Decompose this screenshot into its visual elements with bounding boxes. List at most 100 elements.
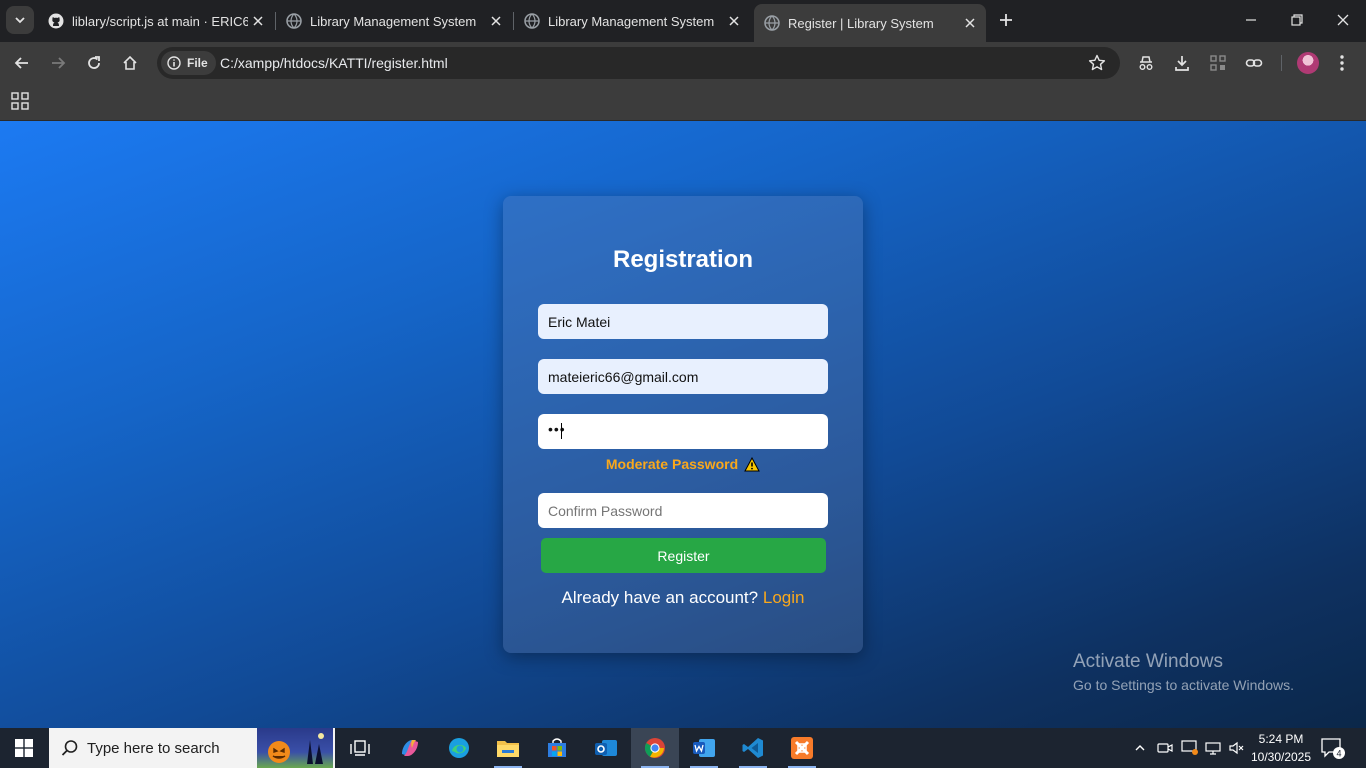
reload-button[interactable] bbox=[80, 49, 108, 77]
update-tray[interactable] bbox=[1180, 728, 1200, 768]
plus-icon bbox=[1000, 14, 1012, 26]
site-info-label: File bbox=[187, 56, 208, 70]
restore-icon bbox=[1291, 14, 1303, 26]
login-prompt: Already have an account? Login bbox=[503, 588, 863, 608]
arrow-left-icon bbox=[14, 57, 28, 69]
edge-app[interactable] bbox=[435, 728, 483, 768]
chrome-icon bbox=[644, 738, 665, 758]
minimize-icon bbox=[1246, 19, 1256, 21]
show-hidden-icons-button[interactable] bbox=[1130, 728, 1150, 768]
password-strength-text: Moderate Password bbox=[605, 456, 739, 472]
task-view-button[interactable] bbox=[336, 728, 384, 768]
tab-title: liblary/script.js at main · ERIC66 bbox=[72, 13, 248, 29]
bookmark-star-icon[interactable] bbox=[1088, 54, 1106, 72]
home-icon bbox=[123, 55, 137, 70]
profile-avatar[interactable] bbox=[1297, 52, 1319, 74]
text-caret bbox=[561, 423, 562, 439]
chevron-down-icon bbox=[15, 17, 25, 24]
tab-title: Library Management System bbox=[310, 13, 477, 29]
folder-icon bbox=[497, 741, 519, 757]
search-icon bbox=[61, 740, 78, 756]
close-window-button[interactable] bbox=[1320, 0, 1366, 40]
chevron-up-icon bbox=[1135, 745, 1145, 751]
reload-icon bbox=[88, 56, 100, 69]
system-clock[interactable]: 5:24 PM 10/30/2025 bbox=[1248, 730, 1314, 766]
url-text[interactable]: C:/xampp/htdocs/KATTI/register.html bbox=[220, 55, 448, 71]
apps-grid-icon[interactable] bbox=[11, 92, 29, 110]
microsoft-store-app[interactable] bbox=[533, 728, 581, 768]
network-icon bbox=[1205, 742, 1221, 755]
store-icon bbox=[548, 738, 566, 757]
site-info-chip[interactable]: File bbox=[161, 51, 216, 75]
link-icon[interactable] bbox=[1244, 53, 1264, 73]
browser-toolbar: File C:/xampp/htdocs/KATTI/register.html bbox=[0, 42, 1366, 84]
info-icon bbox=[167, 56, 181, 70]
email-field[interactable] bbox=[538, 359, 828, 394]
tab-strip: liblary/script.js at main · ERIC66 Libra… bbox=[0, 0, 1366, 42]
bookmarks-bar bbox=[0, 84, 1366, 121]
register-button[interactable]: Register bbox=[541, 538, 826, 573]
outlook-app[interactable] bbox=[582, 728, 630, 768]
close-icon[interactable] bbox=[960, 13, 980, 33]
warning-icon bbox=[744, 456, 760, 471]
camera-icon bbox=[1157, 743, 1173, 753]
start-button[interactable] bbox=[0, 728, 48, 768]
taskbar-search-box[interactable]: Type here to search bbox=[49, 728, 335, 768]
login-link[interactable]: Login bbox=[763, 588, 805, 607]
password-value: ••• bbox=[548, 421, 566, 437]
close-icon[interactable] bbox=[724, 11, 744, 31]
watermark-title: Activate Windows bbox=[1073, 651, 1223, 672]
volume-tray[interactable] bbox=[1228, 728, 1246, 768]
copilot-icon bbox=[402, 740, 418, 756]
vscode-icon bbox=[742, 738, 763, 758]
github-icon bbox=[48, 13, 64, 29]
copilot-app[interactable] bbox=[386, 728, 434, 768]
restore-button[interactable] bbox=[1274, 0, 1320, 40]
file-explorer-app[interactable] bbox=[484, 728, 532, 768]
page-title: Registration bbox=[612, 246, 753, 273]
incognito-icon[interactable] bbox=[1136, 53, 1156, 73]
tab-title: Register | Library System bbox=[788, 15, 934, 31]
word-icon bbox=[693, 739, 715, 757]
outlook-icon bbox=[595, 740, 617, 756]
minimize-button[interactable] bbox=[1228, 0, 1274, 40]
meet-now-tray[interactable] bbox=[1156, 728, 1174, 768]
globe-icon bbox=[524, 13, 540, 29]
toolbar-separator bbox=[1281, 55, 1282, 71]
download-icon[interactable] bbox=[1172, 53, 1192, 73]
forward-button[interactable] bbox=[44, 49, 72, 77]
arrow-right-icon bbox=[52, 57, 66, 69]
qr-code-icon[interactable] bbox=[1208, 53, 1228, 73]
network-tray[interactable] bbox=[1204, 728, 1222, 768]
tab-title: Library Management System bbox=[548, 13, 715, 29]
new-tab-button[interactable] bbox=[994, 8, 1018, 32]
tab-register-active[interactable]: Register | Library System bbox=[754, 4, 986, 42]
tab-search-button[interactable] bbox=[6, 6, 34, 34]
tab-github-script[interactable]: liblary/script.js at main · ERIC66 bbox=[38, 6, 274, 36]
screen-update-icon bbox=[1181, 740, 1198, 755]
word-app[interactable] bbox=[680, 728, 728, 768]
tab-library-management-2[interactable]: Library Management System bbox=[514, 6, 750, 36]
halloween-search-highlight[interactable] bbox=[257, 728, 333, 768]
address-bar[interactable]: File C:/xampp/htdocs/KATTI/register.html bbox=[157, 47, 1120, 79]
xampp-app[interactable] bbox=[778, 728, 826, 768]
page-viewport: Registration ••• Moderate Password Regis… bbox=[0, 121, 1366, 728]
xampp-icon bbox=[791, 737, 813, 759]
close-icon[interactable] bbox=[486, 11, 506, 31]
volume-muted-icon bbox=[1229, 741, 1244, 755]
close-icon bbox=[1337, 14, 1349, 26]
close-icon[interactable] bbox=[248, 11, 268, 31]
vscode-app[interactable] bbox=[729, 728, 777, 768]
password-field[interactable] bbox=[538, 414, 828, 449]
windows-taskbar: Type here to search 5:24 PM 10/30/2025 4 bbox=[0, 728, 1366, 768]
name-field[interactable] bbox=[538, 304, 828, 339]
back-button[interactable] bbox=[8, 49, 36, 77]
globe-icon bbox=[764, 15, 780, 31]
notification-icon[interactable]: 4 bbox=[1320, 736, 1346, 760]
more-options-icon[interactable] bbox=[1332, 53, 1352, 73]
password-strength: Moderate Password bbox=[503, 456, 863, 472]
tab-library-management-1[interactable]: Library Management System bbox=[276, 6, 512, 36]
confirm-password-field[interactable] bbox=[538, 493, 828, 528]
chrome-app[interactable] bbox=[631, 728, 679, 768]
home-button[interactable] bbox=[116, 49, 144, 77]
